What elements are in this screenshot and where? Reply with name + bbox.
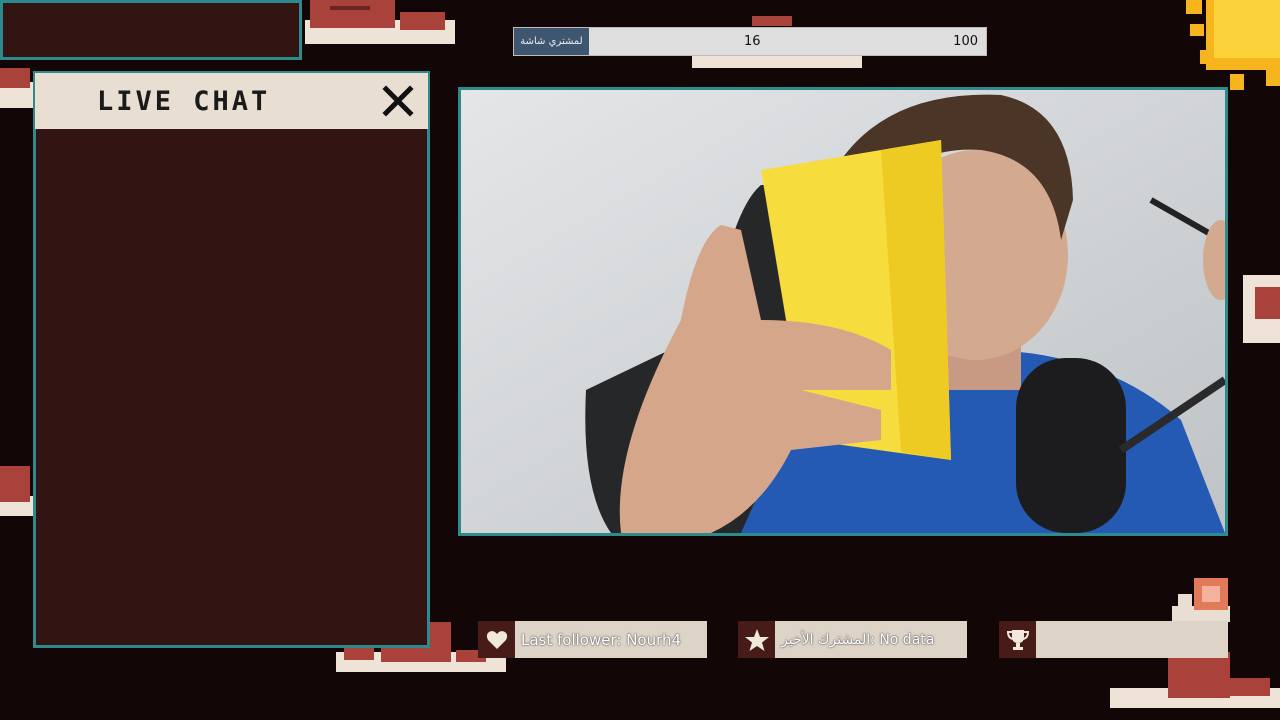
cloud-decoration-right	[1243, 275, 1280, 345]
live-chat-title: LIVE CHAT	[97, 85, 271, 117]
trophy-text	[1036, 621, 1228, 658]
alert-box	[0, 0, 302, 60]
heart-icon	[478, 621, 515, 658]
snail-icon	[1172, 578, 1230, 622]
close-icon[interactable]	[382, 85, 414, 117]
goal-current-value: 16	[744, 34, 761, 49]
cloud-decoration-top	[300, 0, 460, 46]
sun-icon	[1186, 0, 1280, 90]
cloud-decoration-bottom-right	[1110, 652, 1280, 708]
goal-label: لمشتري شاشة	[514, 28, 589, 55]
goal-target-value: 100	[953, 34, 978, 49]
star-icon	[738, 621, 775, 658]
webcam-feed	[458, 87, 1228, 536]
goal-progress-bar: لمشتري شاشة 16 100	[513, 27, 987, 56]
last-subscriber-text: المشترك الأخير: No data	[775, 621, 967, 658]
live-chat-header: LIVE CHAT	[35, 73, 428, 129]
webcam-image	[461, 90, 1225, 533]
live-chat-panel: LIVE CHAT	[33, 71, 430, 648]
last-follower-text: Last follower: Nourh4	[515, 621, 707, 658]
trophy-widget	[999, 621, 1228, 658]
trophy-icon	[999, 621, 1036, 658]
last-follower-widget: Last follower: Nourh4	[478, 621, 707, 658]
last-subscriber-widget: المشترك الأخير: No data	[738, 621, 967, 658]
